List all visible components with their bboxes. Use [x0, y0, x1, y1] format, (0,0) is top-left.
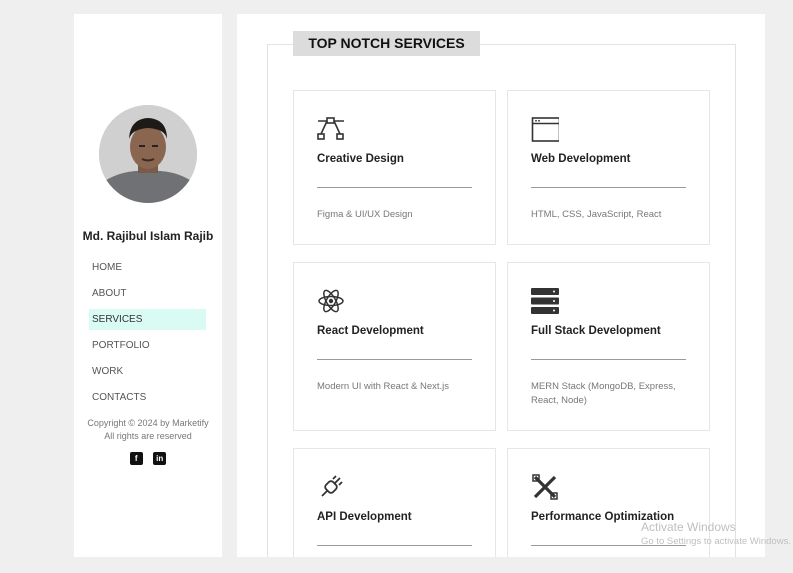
vector-pen-icon: [317, 117, 344, 140]
copyright: Copyright © 2024 by Marketify All rights…: [74, 417, 222, 443]
nav-item-about[interactable]: ABOUT: [89, 283, 206, 304]
sidebar-nav: HOME ABOUT SERVICES PORTFOLIO WORK CONTA…: [89, 257, 206, 413]
tools-icon: [532, 474, 558, 500]
service-desc: Modern UI with React & Next.js: [317, 381, 449, 392]
facebook-icon[interactable]: f: [129, 452, 143, 465]
avatar: [99, 105, 197, 203]
divider: [531, 187, 686, 188]
divider: [531, 359, 686, 360]
service-desc: MERN Stack (MongoDB, Express, React, Nod…: [531, 381, 676, 406]
plug-icon: [321, 475, 343, 497]
profile-name: Md. Rajibul Islam Rajib: [82, 229, 214, 243]
nav-item-work[interactable]: WORK: [89, 361, 206, 382]
service-card-api-development[interactable]: API Development: [293, 448, 496, 557]
service-card-full-stack-development[interactable]: Full Stack Development MERN Stack (Mongo…: [507, 262, 710, 431]
service-title: API Development: [317, 511, 412, 523]
watermark-title: Activate Windows: [641, 520, 736, 534]
nav-item-services[interactable]: SERVICES: [89, 309, 206, 330]
main-content: TOP NOTCH SERVICES Creative Design Figma…: [237, 14, 765, 557]
linkedin-icon[interactable]: in: [153, 452, 167, 465]
section-title: TOP NOTCH SERVICES: [293, 31, 480, 56]
sidebar: Md. Rajibul Islam Rajib HOME ABOUT SERVI…: [74, 14, 222, 557]
rights-line: All rights are reserved: [104, 431, 192, 441]
service-desc: Figma & UI/UX Design: [317, 209, 413, 220]
nav-item-contacts[interactable]: CONTACTS: [89, 387, 206, 408]
divider: [317, 187, 472, 188]
react-atom-icon: [318, 289, 344, 313]
nav-item-home[interactable]: HOME: [89, 257, 206, 278]
service-title: Web Development: [531, 153, 631, 165]
server-stack-icon: [531, 288, 559, 314]
service-desc: HTML, CSS, JavaScript, React: [531, 209, 662, 220]
service-title: React Development: [317, 325, 424, 337]
nav-item-portfolio[interactable]: PORTFOLIO: [89, 335, 206, 356]
service-card-web-development[interactable]: Web Development HTML, CSS, JavaScript, R…: [507, 90, 710, 245]
divider: [317, 545, 472, 546]
divider: [317, 359, 472, 360]
browser-window-icon: [531, 117, 559, 142]
service-title: Full Stack Development: [531, 325, 661, 337]
service-card-creative-design[interactable]: Creative Design Figma & UI/UX Design: [293, 90, 496, 245]
service-title: Creative Design: [317, 153, 404, 165]
activate-windows-watermark: Activate Windows Go to Settings to activ…: [641, 520, 791, 547]
copyright-line: Copyright © 2024 by Marketify: [87, 418, 209, 428]
social-links: f in: [74, 452, 222, 470]
service-card-react-development[interactable]: React Development Modern UI with React &…: [293, 262, 496, 431]
watermark-subtitle: Go to Settings to activate Windows.: [641, 536, 791, 547]
